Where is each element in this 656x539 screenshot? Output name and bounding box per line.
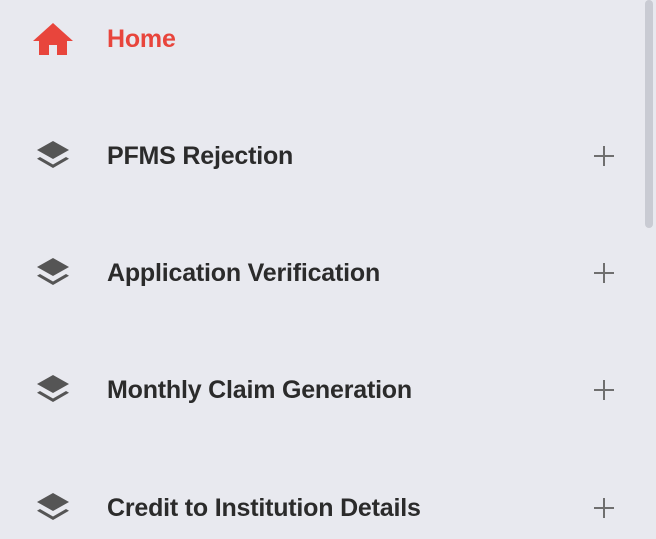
sidebar-item-label: Application Verification xyxy=(107,258,381,287)
scrollbar-thumb[interactable] xyxy=(645,0,653,228)
sidebar-item-label: Monthly Claim Generation xyxy=(107,375,412,404)
scrollbar[interactable] xyxy=(642,0,656,539)
plus-icon[interactable] xyxy=(592,496,616,520)
sidebar-item-label: Home xyxy=(107,24,176,53)
sidebar-item-credit-to-institution-details[interactable]: Credit to Institution Details xyxy=(0,478,638,538)
sidebar-item-pfms-rejection[interactable]: PFMS Rejection xyxy=(0,126,638,186)
plus-icon[interactable] xyxy=(592,378,616,402)
sidebar-item-label: Credit to Institution Details xyxy=(107,493,421,522)
sidebar-item-label: PFMS Rejection xyxy=(107,141,294,170)
layers-icon xyxy=(30,370,76,410)
sidebar-item-home[interactable]: Home xyxy=(0,9,638,69)
sidebar: Home PFMS Rejection Application Verifica… xyxy=(0,0,656,539)
layers-icon xyxy=(30,136,76,176)
layers-icon xyxy=(30,253,76,293)
layers-icon xyxy=(30,488,76,528)
sidebar-menu: Home PFMS Rejection Application Verifica… xyxy=(0,0,638,539)
plus-icon[interactable] xyxy=(592,261,616,285)
home-icon xyxy=(30,19,76,59)
plus-icon[interactable] xyxy=(592,144,616,168)
sidebar-item-application-verification[interactable]: Application Verification xyxy=(0,243,638,303)
sidebar-item-monthly-claim-generation[interactable]: Monthly Claim Generation xyxy=(0,360,638,420)
